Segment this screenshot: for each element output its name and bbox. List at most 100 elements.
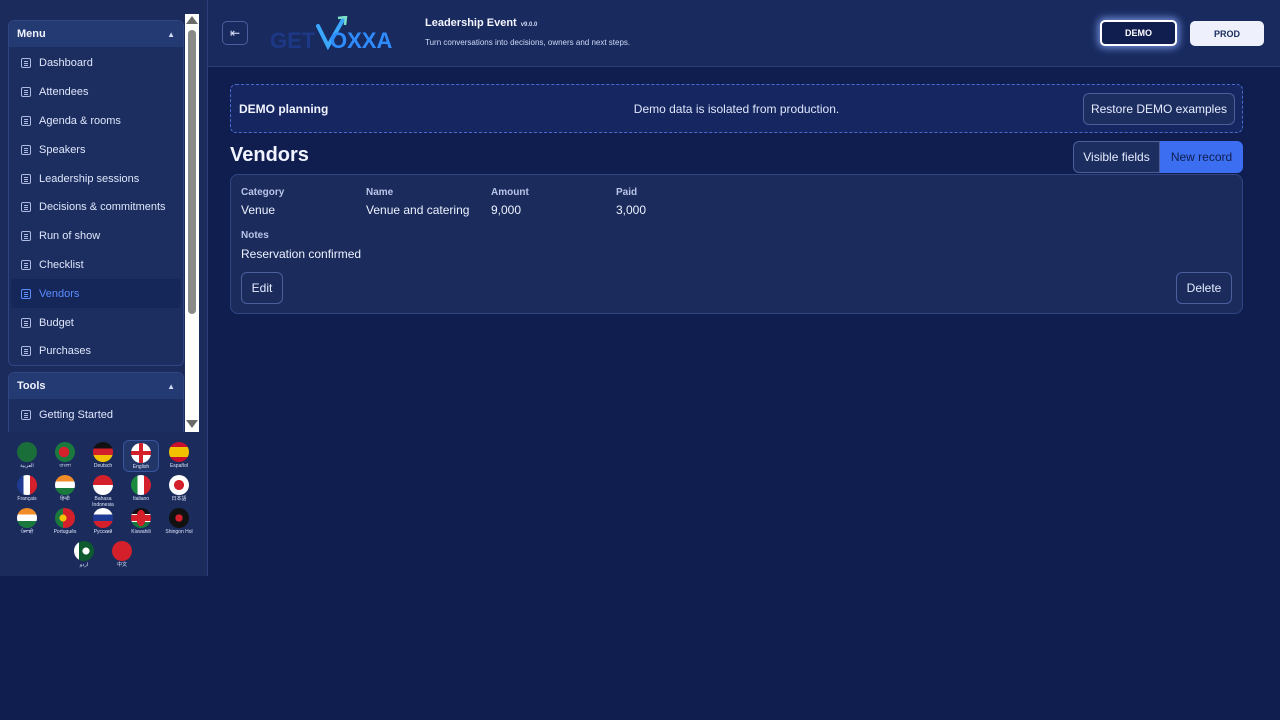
- collapse-menu-icon: ⇤: [229, 26, 241, 40]
- sidebar-item-vendors[interactable]: Vendors: [11, 279, 181, 309]
- lang-french[interactable]: Français: [9, 473, 45, 505]
- scrollbar-thumb[interactable]: [188, 30, 196, 314]
- lang-punjabi[interactable]: ਪੰਜਾਬੀ: [9, 506, 45, 538]
- collapse-caret-icon[interactable]: ▲: [167, 30, 175, 39]
- spain-flag-icon: [169, 442, 189, 462]
- sidebar-item-label: Run of show: [39, 230, 101, 243]
- lang-german[interactable]: Deutsch: [85, 440, 121, 472]
- page-title: Vendors: [230, 144, 309, 166]
- sidebar-item-label: Attendees: [39, 86, 89, 99]
- sidebar-item-checklist[interactable]: Checklist: [11, 251, 181, 280]
- category-value: Venue: [241, 203, 276, 217]
- menu-panel: Menu ▲ Dashboard Attendees Agenda & room…: [8, 20, 184, 366]
- japan-flag-icon: [169, 475, 189, 495]
- sidebar-item-purchases[interactable]: Purchases: [11, 337, 181, 366]
- svg-text:GET: GET: [270, 28, 316, 53]
- scroll-up-arrow-icon[interactable]: [186, 16, 198, 24]
- app-logo: GET OXXA: [268, 15, 413, 54]
- kenya-flag-icon: [131, 508, 151, 528]
- lang-spanish[interactable]: Español: [161, 440, 197, 472]
- bangladesh-flag-icon: [55, 442, 75, 462]
- page-icon: [21, 259, 31, 270]
- lang-italian[interactable]: Italiano: [123, 473, 159, 505]
- sidebar-item-label: Vendors: [39, 287, 80, 300]
- tools-panel-header[interactable]: Tools ▲: [9, 373, 183, 399]
- tools-panel: Tools ▲ Getting Started: [8, 372, 184, 432]
- lang-label: Shingon Hol: [165, 529, 193, 535]
- tools-title: Tools: [17, 380, 46, 392]
- sidebar-item-decisions[interactable]: Decisions & commitments: [11, 193, 181, 222]
- page-icon: [21, 317, 31, 328]
- sidebar-item-label: Speakers: [39, 143, 86, 156]
- france-flag-icon: [17, 475, 37, 495]
- event-subtitle: Turn conversations into decisions, owner…: [425, 38, 631, 47]
- lang-japanese[interactable]: 日本語: [161, 473, 197, 505]
- page-icon: [21, 87, 31, 98]
- event-title-text: Leadership Event: [425, 17, 517, 29]
- delete-button[interactable]: Delete: [1176, 272, 1232, 304]
- lang-english[interactable]: English: [123, 440, 159, 472]
- sidebar-item-getting-started[interactable]: Getting Started: [11, 401, 181, 430]
- lang-bengali[interactable]: বাংলা: [47, 440, 83, 472]
- lang-chinese[interactable]: 中文: [104, 539, 140, 571]
- page-icon: [21, 144, 31, 155]
- paid-value: 3,000: [616, 203, 647, 217]
- name-value: Venue and catering: [366, 203, 470, 217]
- sidebar-item-attendees[interactable]: Attendees: [11, 78, 181, 107]
- scroll-down-arrow-icon[interactable]: [186, 420, 198, 428]
- lang-swahili[interactable]: Kiswahili: [123, 506, 159, 538]
- page-icon: [21, 231, 31, 242]
- lang-label: English: [132, 464, 150, 470]
- india-flag-icon: [17, 508, 37, 528]
- page-icon: [21, 115, 31, 126]
- lang-label: العربية: [20, 463, 34, 469]
- top-header: ⇤ GET OXXA Leadership Event v9.0.0 Turn c…: [208, 0, 1280, 67]
- lang-label: हिन्दी: [60, 496, 70, 502]
- page-icon: [21, 288, 31, 299]
- sidebar-item-label: Decisions & commitments: [39, 201, 166, 214]
- sidebar-item-label: Leadership sessions: [39, 172, 140, 185]
- lang-indonesian[interactable]: Bahasa Indonesia: [85, 473, 121, 508]
- saudi-flag-icon: [17, 442, 37, 462]
- collapse-caret-icon[interactable]: ▲: [167, 382, 175, 391]
- sidebar: Menu ▲ Dashboard Attendees Agenda & room…: [0, 0, 208, 576]
- edit-button[interactable]: Edit: [241, 272, 283, 304]
- menu-panel-header[interactable]: Menu ▲: [9, 21, 183, 47]
- amount-label: Amount: [491, 187, 529, 198]
- version-badge: v9.0.0: [520, 22, 538, 28]
- sidebar-item-label: Checklist: [39, 258, 84, 271]
- lang-arabic[interactable]: العربية: [9, 440, 45, 472]
- page-icon: [21, 346, 31, 357]
- lang-russian[interactable]: Русский: [85, 506, 121, 538]
- germany-flag-icon: [93, 442, 113, 462]
- lang-urdu[interactable]: اردو: [66, 539, 102, 571]
- new-record-button[interactable]: New record: [1160, 141, 1243, 173]
- china-flag-icon: [112, 541, 132, 561]
- sidebar-item-dashboard[interactable]: Dashboard: [11, 49, 181, 78]
- lang-shingon[interactable]: Shingon Hol: [161, 506, 197, 538]
- page-icon: [21, 173, 31, 184]
- lang-label: Português: [53, 529, 77, 535]
- vendor-record-card: Category Venue Name Venue and catering A…: [230, 174, 1243, 314]
- menu-scroll-area: Menu ▲ Dashboard Attendees Agenda & room…: [0, 0, 200, 432]
- sidebar-item-leadership-sessions[interactable]: Leadership sessions: [11, 164, 181, 193]
- sidebar-item-label: Getting Started: [39, 409, 113, 422]
- restore-demo-button[interactable]: Restore DEMO examples: [1083, 93, 1235, 125]
- lang-label: Kiswahili: [131, 529, 151, 535]
- sidebar-item-run-of-show[interactable]: Run of show: [11, 222, 181, 251]
- uk-flag-icon: [131, 443, 151, 463]
- collapse-sidebar-button[interactable]: ⇤: [222, 21, 248, 45]
- sidebar-item-speakers[interactable]: Speakers: [11, 135, 181, 164]
- portugal-flag-icon: [55, 508, 75, 528]
- name-label: Name: [366, 187, 394, 198]
- notes-label: Notes: [241, 230, 269, 241]
- sidebar-item-agenda[interactable]: Agenda & rooms: [11, 107, 181, 136]
- sidebar-item-budget[interactable]: Budget: [11, 308, 181, 337]
- prod-env-button[interactable]: PROD: [1190, 21, 1264, 46]
- visible-fields-button[interactable]: Visible fields: [1073, 141, 1160, 173]
- lang-portuguese[interactable]: Português: [47, 506, 83, 538]
- pakistan-flag-icon: [74, 541, 94, 561]
- lang-label: Español: [169, 463, 189, 469]
- lang-hindi[interactable]: हिन्दी: [47, 473, 83, 505]
- demo-env-button[interactable]: DEMO: [1100, 20, 1177, 46]
